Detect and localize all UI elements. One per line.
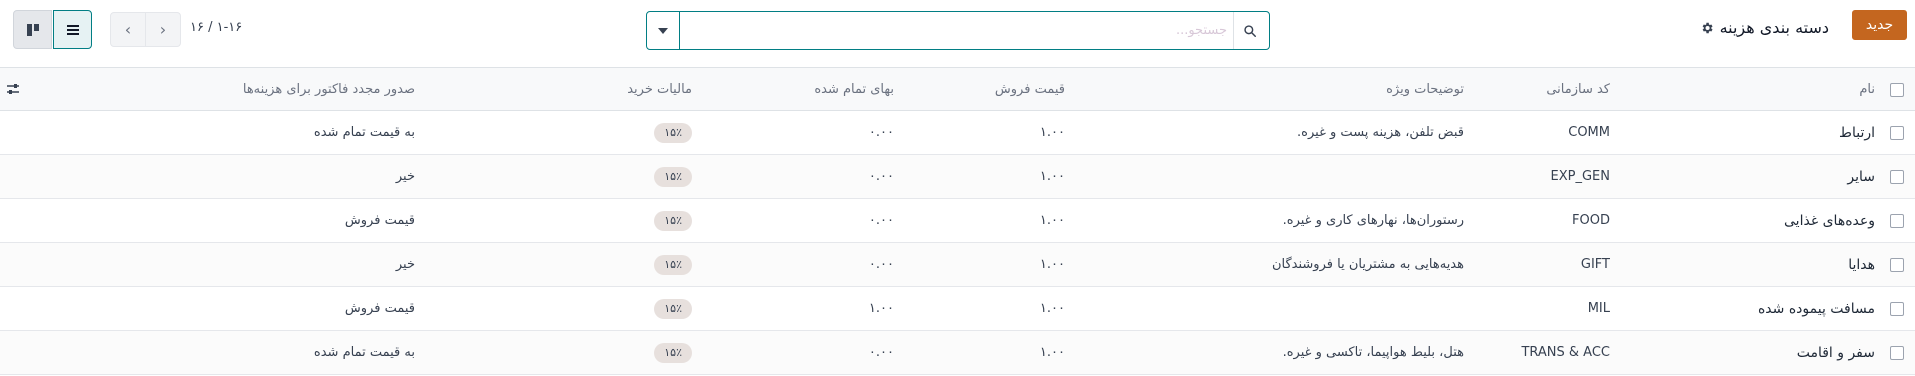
row-reinvoice: خیر — [395, 169, 415, 184]
row-description: هدیه‌هایی به مشتریان یا فروشندگان — [1271, 257, 1464, 272]
tax-badge: ۱۵٪ — [654, 211, 692, 231]
expense-categories-table: نام کد سازمانی توضیحات ویژه قیمت فروش به… — [0, 67, 1915, 375]
new-button[interactable]: جدید — [1852, 10, 1907, 40]
row-purchase-tax: ۱۵٪ — [654, 111, 692, 155]
pager-next-button[interactable]: › — [145, 12, 181, 47]
chevron-left-icon: ‹ — [124, 20, 132, 39]
table-row[interactable]: مسافت پیموده شده MIL ۱.۰۰ ۱.۰۰ ۱۵٪ قیمت … — [0, 287, 1915, 331]
row-name: سفر و اقامت — [1796, 345, 1875, 361]
row-description: رستوران‌ها، نهارهای کاری و غیره. — [1282, 213, 1464, 228]
row-name: ارتباط — [1839, 125, 1875, 141]
table-row[interactable]: ارتباط COMM قبض تلفن، هزینه پست و غیره. … — [0, 111, 1915, 155]
column-header-cost[interactable]: بهای تمام شده — [814, 68, 894, 112]
caret-down-icon — [658, 27, 668, 34]
search-icon[interactable] — [1233, 12, 1265, 49]
row-cost: ۰.۰۰ — [868, 345, 894, 360]
pager-value[interactable]: ۱-۱۶ / ۱۶ — [190, 20, 242, 35]
row-checkbox[interactable] — [1890, 346, 1904, 360]
row-cost: ۱.۰۰ — [868, 301, 894, 316]
row-name: سایر — [1847, 169, 1875, 185]
row-checkbox[interactable] — [1890, 258, 1904, 272]
table-row[interactable]: هدایا GIFT هدیه‌هایی به مشتریان یا فروشن… — [0, 243, 1915, 287]
select-all-checkbox[interactable] — [1890, 83, 1904, 97]
column-header-code[interactable]: کد سازمانی — [1546, 68, 1610, 112]
column-header-reinvoice[interactable]: صدور مجدد فاکتور برای هزینه‌ها — [243, 68, 415, 112]
row-sale-price: ۱.۰۰ — [1039, 213, 1065, 228]
table-row[interactable]: وعده‌های غذایی FOOD رستوران‌ها، نهارهای … — [0, 199, 1915, 243]
row-reinvoice: قیمت فروش — [344, 301, 415, 316]
sliders-icon[interactable] — [6, 82, 20, 96]
search-dropdown-toggle[interactable] — [647, 12, 680, 49]
tax-badge: ۱۵٪ — [654, 255, 692, 275]
control-panel: جدید دسته بندی هزینه ۱-۱۶ / ۱۶ ‹ › — [0, 0, 1915, 54]
row-sale-price: ۱.۰۰ — [1039, 301, 1065, 316]
row-purchase-tax: ۱۵٪ — [654, 287, 692, 331]
row-checkbox[interactable] — [1890, 214, 1904, 228]
table-row[interactable]: سفر و اقامت TRANS & ACC هتل، بلیط هواپیم… — [0, 331, 1915, 375]
pager-previous-button[interactable]: ‹ — [110, 12, 146, 47]
column-header-sale-price[interactable]: قیمت فروش — [995, 68, 1065, 112]
kanban-view-button[interactable] — [13, 10, 52, 49]
page-title: دسته بندی هزینه — [1700, 18, 1829, 37]
row-reinvoice: به قیمت تمام شده — [313, 345, 415, 360]
column-header-description[interactable]: توضیحات ویژه — [1386, 68, 1464, 112]
chevron-right-icon: › — [159, 20, 167, 39]
gear-icon[interactable] — [1700, 21, 1714, 35]
row-sale-price: ۱.۰۰ — [1039, 169, 1065, 184]
row-purchase-tax: ۱۵٪ — [654, 199, 692, 243]
row-description: قبض تلفن، هزینه پست و غیره. — [1297, 125, 1464, 140]
search-bar — [646, 11, 1270, 50]
table-header: نام کد سازمانی توضیحات ویژه قیمت فروش به… — [0, 67, 1915, 111]
tax-badge: ۱۵٪ — [654, 167, 692, 187]
row-purchase-tax: ۱۵٪ — [654, 243, 692, 287]
row-checkbox[interactable] — [1890, 302, 1904, 316]
row-sale-price: ۱.۰۰ — [1039, 125, 1065, 140]
row-cost: ۰.۰۰ — [868, 169, 894, 184]
row-sale-price: ۱.۰۰ — [1039, 257, 1065, 272]
row-code: FOOD — [1572, 213, 1610, 228]
kanban-view-icon — [26, 23, 39, 36]
tax-badge: ۱۵٪ — [654, 123, 692, 143]
row-name: مسافت پیموده شده — [1757, 301, 1875, 317]
row-cost: ۰.۰۰ — [868, 125, 894, 140]
page-title-text: دسته بندی هزینه — [1719, 18, 1829, 37]
table-row[interactable]: سایر EXP_GEN ۱.۰۰ ۰.۰۰ ۱۵٪ خیر — [0, 155, 1915, 199]
row-name: هدایا — [1848, 257, 1875, 273]
row-checkbox[interactable] — [1890, 126, 1904, 140]
row-checkbox[interactable] — [1890, 170, 1904, 184]
row-reinvoice: قیمت فروش — [344, 213, 415, 228]
row-purchase-tax: ۱۵٪ — [654, 331, 692, 375]
row-code: GIFT — [1580, 257, 1610, 272]
row-description: هتل، بلیط هواپیما، تاکسی و غیره. — [1282, 345, 1464, 360]
row-name: وعده‌های غذایی — [1784, 213, 1875, 229]
row-reinvoice: به قیمت تمام شده — [313, 125, 415, 140]
search-input[interactable] — [687, 12, 1227, 49]
row-cost: ۰.۰۰ — [868, 257, 894, 272]
row-purchase-tax: ۱۵٪ — [654, 155, 692, 199]
row-code: TRANS & ACC — [1521, 345, 1610, 360]
column-header-purchase-tax[interactable]: مالیات خرید — [627, 68, 692, 112]
row-code: EXP_GEN — [1550, 169, 1610, 184]
row-code: MIL — [1587, 301, 1610, 316]
row-code: COMM — [1568, 125, 1610, 140]
list-view-icon — [66, 24, 79, 35]
row-sale-price: ۱.۰۰ — [1039, 345, 1065, 360]
row-reinvoice: خیر — [395, 257, 415, 272]
column-header-name[interactable]: نام — [1859, 68, 1875, 112]
tax-badge: ۱۵٪ — [654, 343, 692, 363]
list-view-button[interactable] — [53, 10, 92, 49]
tax-badge: ۱۵٪ — [654, 299, 692, 319]
row-cost: ۰.۰۰ — [868, 213, 894, 228]
